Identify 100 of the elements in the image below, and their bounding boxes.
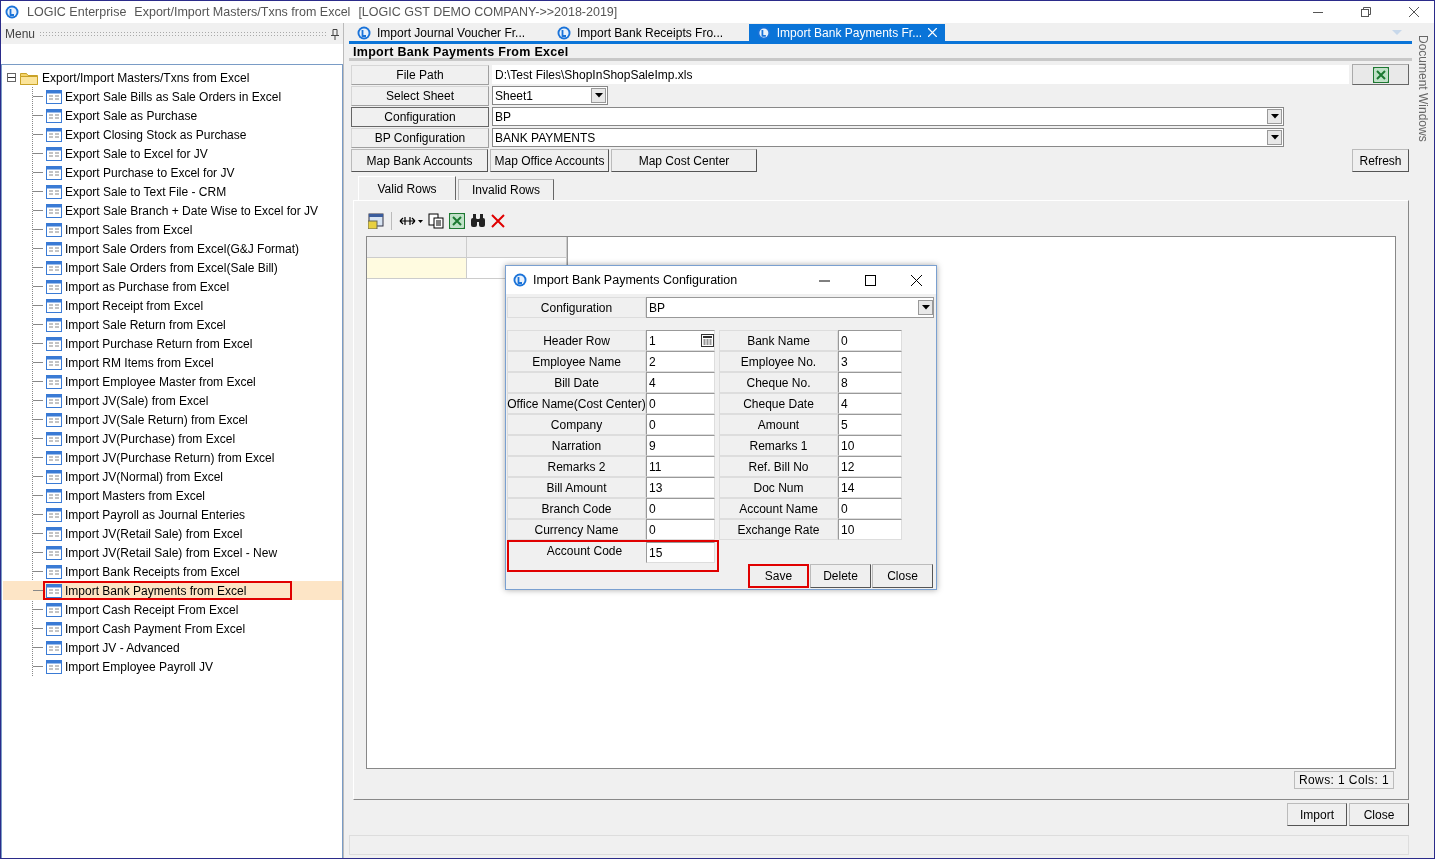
dialog-button[interactable]: Delete xyxy=(810,564,871,588)
resize-columns-icon[interactable] xyxy=(399,216,423,226)
map-button[interactable]: Map Office Accounts xyxy=(490,149,609,172)
input-field[interactable]: 10 xyxy=(838,519,902,540)
grid-status: Rows: 1 Cols: 1 xyxy=(1293,771,1394,789)
dropdown-field[interactable]: BP xyxy=(492,107,1284,126)
spreadsheet-icon[interactable] xyxy=(449,213,465,229)
tree-item[interactable]: Export Sale Bills as Sale Orders in Excel xyxy=(43,87,286,106)
tree-item[interactable]: Import JV(Purchase) from Excel xyxy=(43,429,240,448)
tree-item[interactable]: Import RM Items from Excel xyxy=(43,353,218,372)
input-field[interactable]: 0 xyxy=(838,330,902,351)
pin-icon[interactable] xyxy=(331,28,340,40)
input-field[interactable]: 11 xyxy=(646,456,715,477)
field-label: Branch Code xyxy=(507,498,646,519)
grid-settings-icon[interactable] xyxy=(368,213,384,229)
menu-title: Menu xyxy=(5,27,36,41)
collapse-toggle[interactable] xyxy=(7,73,16,82)
tab[interactable]: Invalid Rows xyxy=(458,179,554,200)
document-tab[interactable]: Import Bank Payments Fr... xyxy=(749,24,945,41)
restore-icon xyxy=(1361,7,1371,17)
refresh-button[interactable]: Refresh xyxy=(1352,149,1409,172)
tree-item[interactable]: Import Sales from Excel xyxy=(43,220,197,239)
input-field[interactable]: 4 xyxy=(838,393,902,414)
field-label: Account Name xyxy=(719,498,838,519)
dropdown-field[interactable]: BP xyxy=(646,297,934,318)
document-icon xyxy=(46,564,62,579)
tree-item[interactable]: Export Purchase to Excel for JV xyxy=(43,163,239,182)
tree-item[interactable]: Import JV(Sale) from Excel xyxy=(43,391,213,410)
tree-item[interactable]: Import JV(Sale Return) from Excel xyxy=(43,410,252,429)
form-button[interactable]: Close xyxy=(1349,803,1409,826)
excel-button[interactable] xyxy=(1352,64,1409,85)
input-field[interactable]: 13 xyxy=(646,477,715,498)
tree-folder-label[interactable]: Export/Import Masters/Txns from Excel xyxy=(42,70,250,85)
input-field[interactable]: 0 xyxy=(646,498,715,519)
tree-item[interactable]: Export Sale as Purchase xyxy=(43,106,202,125)
document-icon xyxy=(46,146,62,161)
tree-item[interactable]: Export Sale to Text File - CRM xyxy=(43,182,231,201)
tab[interactable]: Valid Rows xyxy=(358,176,456,200)
input-field[interactable]: 1 xyxy=(646,330,715,351)
input-field[interactable]: 2 xyxy=(646,351,715,372)
input-field[interactable]: 0 xyxy=(646,519,715,540)
tree-item[interactable]: Import Payroll as Journal Enteries xyxy=(43,505,250,524)
map-button[interactable]: Map Bank Accounts xyxy=(351,149,488,172)
tree-item[interactable]: Import Receipt from Excel xyxy=(43,296,208,315)
input-field[interactable]: 12 xyxy=(838,456,902,477)
tree-item[interactable]: Import JV - Advanced xyxy=(43,638,184,657)
tree-item[interactable]: Import JV(Retail Sale) from Excel - New xyxy=(43,543,282,562)
tree-item[interactable]: Import Purchase Return from Excel xyxy=(43,334,257,353)
document-tab[interactable]: Import Bank Receipts Fro... xyxy=(549,24,749,41)
x-mark-icon[interactable] xyxy=(491,214,505,228)
tree-item[interactable]: Import Sale Orders from Excel(Sale Bill) xyxy=(43,258,282,277)
input-field[interactable]: 8 xyxy=(838,372,902,393)
tree-item[interactable]: Import Employee Payroll JV xyxy=(43,657,218,676)
tree-item[interactable]: Import as Purchase from Excel xyxy=(43,277,234,296)
maximize-icon xyxy=(864,274,876,286)
tree-item[interactable]: Import Employee Master from Excel xyxy=(43,372,260,391)
field-label: Bill Amount xyxy=(507,477,646,498)
tree-item[interactable]: Import Cash Payment From Excel xyxy=(43,619,250,638)
spreadsheet-icon xyxy=(1372,66,1389,83)
tree-item[interactable]: Export Closing Stock as Purchase xyxy=(43,125,251,144)
side-panel-tab[interactable]: Document Windows xyxy=(1416,35,1430,145)
field-label: Remarks 2 xyxy=(507,456,646,477)
dropdown-field[interactable]: Sheet1 xyxy=(492,86,608,105)
input-field[interactable]: 4 xyxy=(646,372,715,393)
binoculars-icon[interactable] xyxy=(470,214,486,228)
caret-icon xyxy=(1270,114,1279,119)
input-field[interactable]: 0 xyxy=(646,414,715,435)
dialog-button[interactable]: Save xyxy=(748,564,809,588)
file-path-field[interactable]: D:\Test Files\ShopInShopSaleImp.xls xyxy=(492,65,1349,84)
input-field[interactable]: 0 xyxy=(646,393,715,414)
input-field[interactable]: 15 xyxy=(646,542,715,563)
tree-item[interactable]: Import JV(Normal) from Excel xyxy=(43,467,228,486)
logo-icon xyxy=(557,25,571,40)
dropdown-field[interactable]: BANK PAYMENTS xyxy=(492,128,1284,147)
tree-item[interactable]: Import Bank Payments from Excel xyxy=(43,581,292,600)
document-icon xyxy=(46,260,62,275)
tree-item[interactable]: Import Sale Orders from Excel(G&J Format) xyxy=(43,239,304,258)
tree-item[interactable]: Import Masters from Excel xyxy=(43,486,210,505)
calculator-icon[interactable] xyxy=(701,334,714,347)
tree-item[interactable]: Import JV(Retail Sale) from Excel xyxy=(43,524,247,543)
input-field[interactable]: 3 xyxy=(838,351,902,372)
tree-item[interactable]: Export Sale Branch + Date Wise to Excel for JV xyxy=(43,201,323,220)
input-field[interactable]: 14 xyxy=(838,477,902,498)
document-icon xyxy=(46,393,62,408)
tree-item[interactable]: Import JV(Purchase Return) from Excel xyxy=(43,448,279,467)
input-field[interactable]: 0 xyxy=(838,498,902,519)
tree-item[interactable]: Export Sale to Excel for JV xyxy=(43,144,212,163)
tree-item[interactable]: Import Cash Receipt From Excel xyxy=(43,600,243,619)
field-label: Employee No. xyxy=(719,351,838,372)
copy-icon[interactable] xyxy=(428,213,444,229)
input-field[interactable]: 5 xyxy=(838,414,902,435)
document-icon xyxy=(46,621,62,636)
dialog-button[interactable]: Close xyxy=(872,564,933,588)
document-tab[interactable]: Import Journal Voucher Fr... xyxy=(349,24,549,41)
tree-item[interactable]: Import Sale Return from Excel xyxy=(43,315,230,334)
map-button[interactable]: Map Cost Center xyxy=(611,149,757,172)
input-field[interactable]: 9 xyxy=(646,435,715,456)
tree-item[interactable]: Import Bank Receipts from Excel xyxy=(43,562,244,581)
form-button[interactable]: Import xyxy=(1287,803,1347,826)
input-field[interactable]: 10 xyxy=(838,435,902,456)
